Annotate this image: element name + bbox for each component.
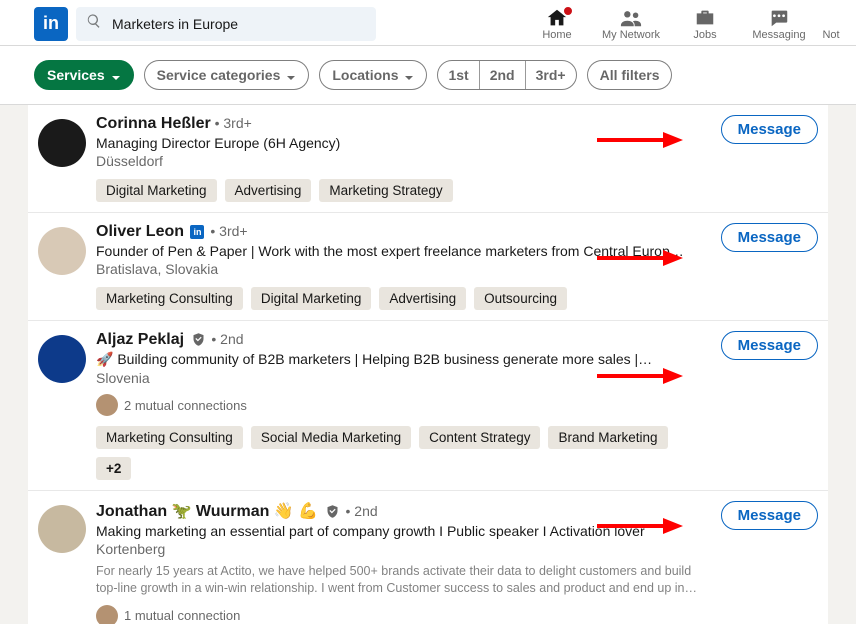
- filter-categories[interactable]: Service categories: [144, 60, 310, 90]
- verified-shield-icon: [325, 504, 340, 519]
- results-card: Corinna Heßler • 3rd+Managing Director E…: [28, 105, 828, 624]
- filter-degree-3rd[interactable]: 3rd+: [526, 61, 576, 89]
- search-input[interactable]: [110, 15, 366, 33]
- service-chip[interactable]: +2: [96, 457, 131, 480]
- service-chip[interactable]: Social Media Marketing: [251, 426, 411, 449]
- home-icon: [520, 7, 594, 29]
- annotation-arrow: [595, 364, 685, 388]
- nav-jobs-label: Jobs: [668, 29, 742, 41]
- profile-name: Corinna Heßler: [96, 115, 211, 132]
- profile-location: Kortenberg: [96, 541, 708, 557]
- filter-bar: Services Service categories Locations 1s…: [0, 46, 856, 105]
- avatar[interactable]: [38, 335, 86, 383]
- filter-services-label: Services: [47, 67, 105, 83]
- filter-categories-label: Service categories: [157, 67, 281, 83]
- nav-network[interactable]: My Network: [594, 7, 668, 41]
- service-chip[interactable]: Content Strategy: [419, 426, 540, 449]
- connection-degree: • 3rd+: [206, 223, 247, 239]
- filter-all[interactable]: All filters: [587, 60, 673, 90]
- mutual-connections[interactable]: 1 mutual connection: [96, 605, 708, 624]
- name-emoji: 👋 💪: [269, 503, 322, 520]
- connection-degree: • 2nd: [208, 331, 244, 347]
- filter-connection-degree: 1st 2nd 3rd+: [437, 60, 576, 90]
- nav-home[interactable]: Home: [520, 7, 594, 41]
- mutual-text: 2 mutual connections: [124, 398, 247, 413]
- mutual-text: 1 mutual connection: [124, 608, 240, 623]
- linkedin-logo[interactable]: in: [34, 7, 68, 41]
- result-action: Message: [708, 501, 818, 624]
- connection-degree: • 3rd+: [211, 115, 252, 131]
- nav-jobs[interactable]: Jobs: [668, 7, 742, 41]
- service-chip[interactable]: Brand Marketing: [548, 426, 667, 449]
- nav-messaging-label: Messaging: [742, 29, 816, 41]
- briefcase-icon: [668, 7, 742, 29]
- avatar[interactable]: [38, 119, 86, 167]
- name-line[interactable]: Oliver Leon in • 3rd+: [96, 223, 708, 241]
- search-results: Corinna Heßler • 3rd+Managing Director E…: [0, 105, 856, 624]
- nav-network-label: My Network: [594, 29, 668, 41]
- profile-name: Aljaz Peklaj: [96, 331, 184, 348]
- message-button[interactable]: Message: [721, 115, 818, 144]
- profile-summary: For nearly 15 years at Actito, we have h…: [96, 563, 708, 597]
- service-chip[interactable]: Marketing Consulting: [96, 426, 243, 449]
- service-chip[interactable]: Advertising: [225, 179, 312, 202]
- filter-all-label: All filters: [600, 67, 660, 83]
- nav-messaging[interactable]: Messaging: [742, 7, 816, 41]
- nav-notifications[interactable]: Not: [816, 7, 846, 41]
- notification-dot: [562, 5, 574, 17]
- linkedin-logo-text: in: [43, 13, 59, 34]
- service-chip[interactable]: Digital Marketing: [96, 179, 217, 202]
- annotation-arrow: [595, 128, 685, 152]
- chat-icon: [742, 7, 816, 29]
- message-button[interactable]: Message: [721, 331, 818, 360]
- profile-name: Oliver Leon: [96, 223, 184, 240]
- result-row: Corinna Heßler • 3rd+Managing Director E…: [28, 105, 828, 212]
- filter-degree-1st[interactable]: 1st: [438, 61, 479, 89]
- annotation-arrow: [595, 246, 685, 270]
- nav-home-label: Home: [520, 29, 594, 41]
- linkedin-badge-icon: in: [190, 225, 204, 239]
- result-action: Message: [708, 223, 818, 310]
- profile-name: Jonathan 🦖 Wuurman: [96, 503, 269, 520]
- service-chip[interactable]: Advertising: [379, 287, 466, 310]
- people-icon: [594, 7, 668, 29]
- service-chip[interactable]: Digital Marketing: [251, 287, 372, 310]
- result-body: Aljaz Peklaj • 2nd🚀 Building community o…: [96, 331, 708, 480]
- filter-locations[interactable]: Locations: [319, 60, 427, 90]
- result-row: Aljaz Peklaj • 2nd🚀 Building community o…: [28, 320, 828, 490]
- mutual-avatar: [96, 605, 118, 624]
- avatar[interactable]: [38, 505, 86, 553]
- nav-notifications-label: Not: [816, 29, 846, 41]
- nav-items: Home My Network Jobs Messaging Not: [520, 7, 846, 41]
- service-chips: Marketing Consulting Digital Marketing Adv…: [96, 287, 708, 310]
- chevron-down-icon: [111, 70, 121, 80]
- filter-locations-label: Locations: [332, 67, 398, 83]
- result-action: Message: [708, 331, 818, 480]
- annotation-arrow: [595, 514, 685, 538]
- service-chip[interactable]: Outsourcing: [474, 287, 567, 310]
- chevron-down-icon: [286, 70, 296, 80]
- result-action: Message: [708, 115, 818, 202]
- filter-services[interactable]: Services: [34, 60, 134, 90]
- mutual-avatar: [96, 394, 118, 416]
- global-nav: in Home My Network Jobs Messaging Not: [0, 0, 856, 46]
- chevron-down-icon: [404, 70, 414, 80]
- connection-degree: • 2nd: [342, 503, 378, 519]
- avatar[interactable]: [38, 227, 86, 275]
- message-button[interactable]: Message: [721, 501, 818, 530]
- search-icon: [86, 13, 102, 34]
- service-chips: Digital Marketing Advertising Marketing St…: [96, 179, 708, 202]
- result-row: Oliver Leon in • 3rd+Founder of Pen & Pa…: [28, 212, 828, 320]
- service-chip[interactable]: Marketing Consulting: [96, 287, 243, 310]
- search-box[interactable]: [76, 7, 376, 41]
- filter-degree-2nd[interactable]: 2nd: [480, 61, 526, 89]
- verified-shield-icon: [191, 332, 206, 347]
- service-chips: Marketing Consulting Social Media Marketi…: [96, 426, 708, 480]
- mutual-connections[interactable]: 2 mutual connections: [96, 394, 708, 416]
- message-button[interactable]: Message: [721, 223, 818, 252]
- profile-location: Düsseldorf: [96, 153, 708, 169]
- service-chip[interactable]: Marketing Strategy: [319, 179, 452, 202]
- result-row: Jonathan 🦖 Wuurman 👋 💪 • 2ndMaking marke…: [28, 490, 828, 624]
- name-line[interactable]: Aljaz Peklaj • 2nd: [96, 331, 708, 349]
